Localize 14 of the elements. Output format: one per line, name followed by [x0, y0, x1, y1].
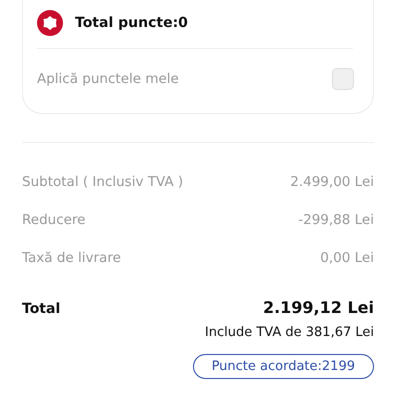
- total-label: Total: [22, 301, 60, 317]
- badge-icon: [37, 10, 63, 36]
- points-awarded-badge: Puncte acordate:2199: [192, 354, 374, 379]
- summary-value: 0,00 Lei: [320, 250, 374, 266]
- apply-points-label: Aplică punctele mele: [37, 71, 179, 87]
- apply-points-checkbox[interactable]: [332, 68, 354, 90]
- summary-label: Reducere: [22, 212, 86, 228]
- summary-label: Taxă de livrare: [22, 250, 121, 266]
- points-total: Total puncte:0: [75, 15, 188, 31]
- total-value: 2.199,12 Lei: [262, 298, 374, 317]
- summary-value: 2.499,00 Lei: [290, 174, 374, 190]
- vat-note: Include TVA de 381,67 Lei: [204, 325, 374, 340]
- summary-label: Subtotal ( Inclusiv TVA ): [22, 174, 184, 190]
- summary-value: -299,88 Lei: [298, 212, 374, 228]
